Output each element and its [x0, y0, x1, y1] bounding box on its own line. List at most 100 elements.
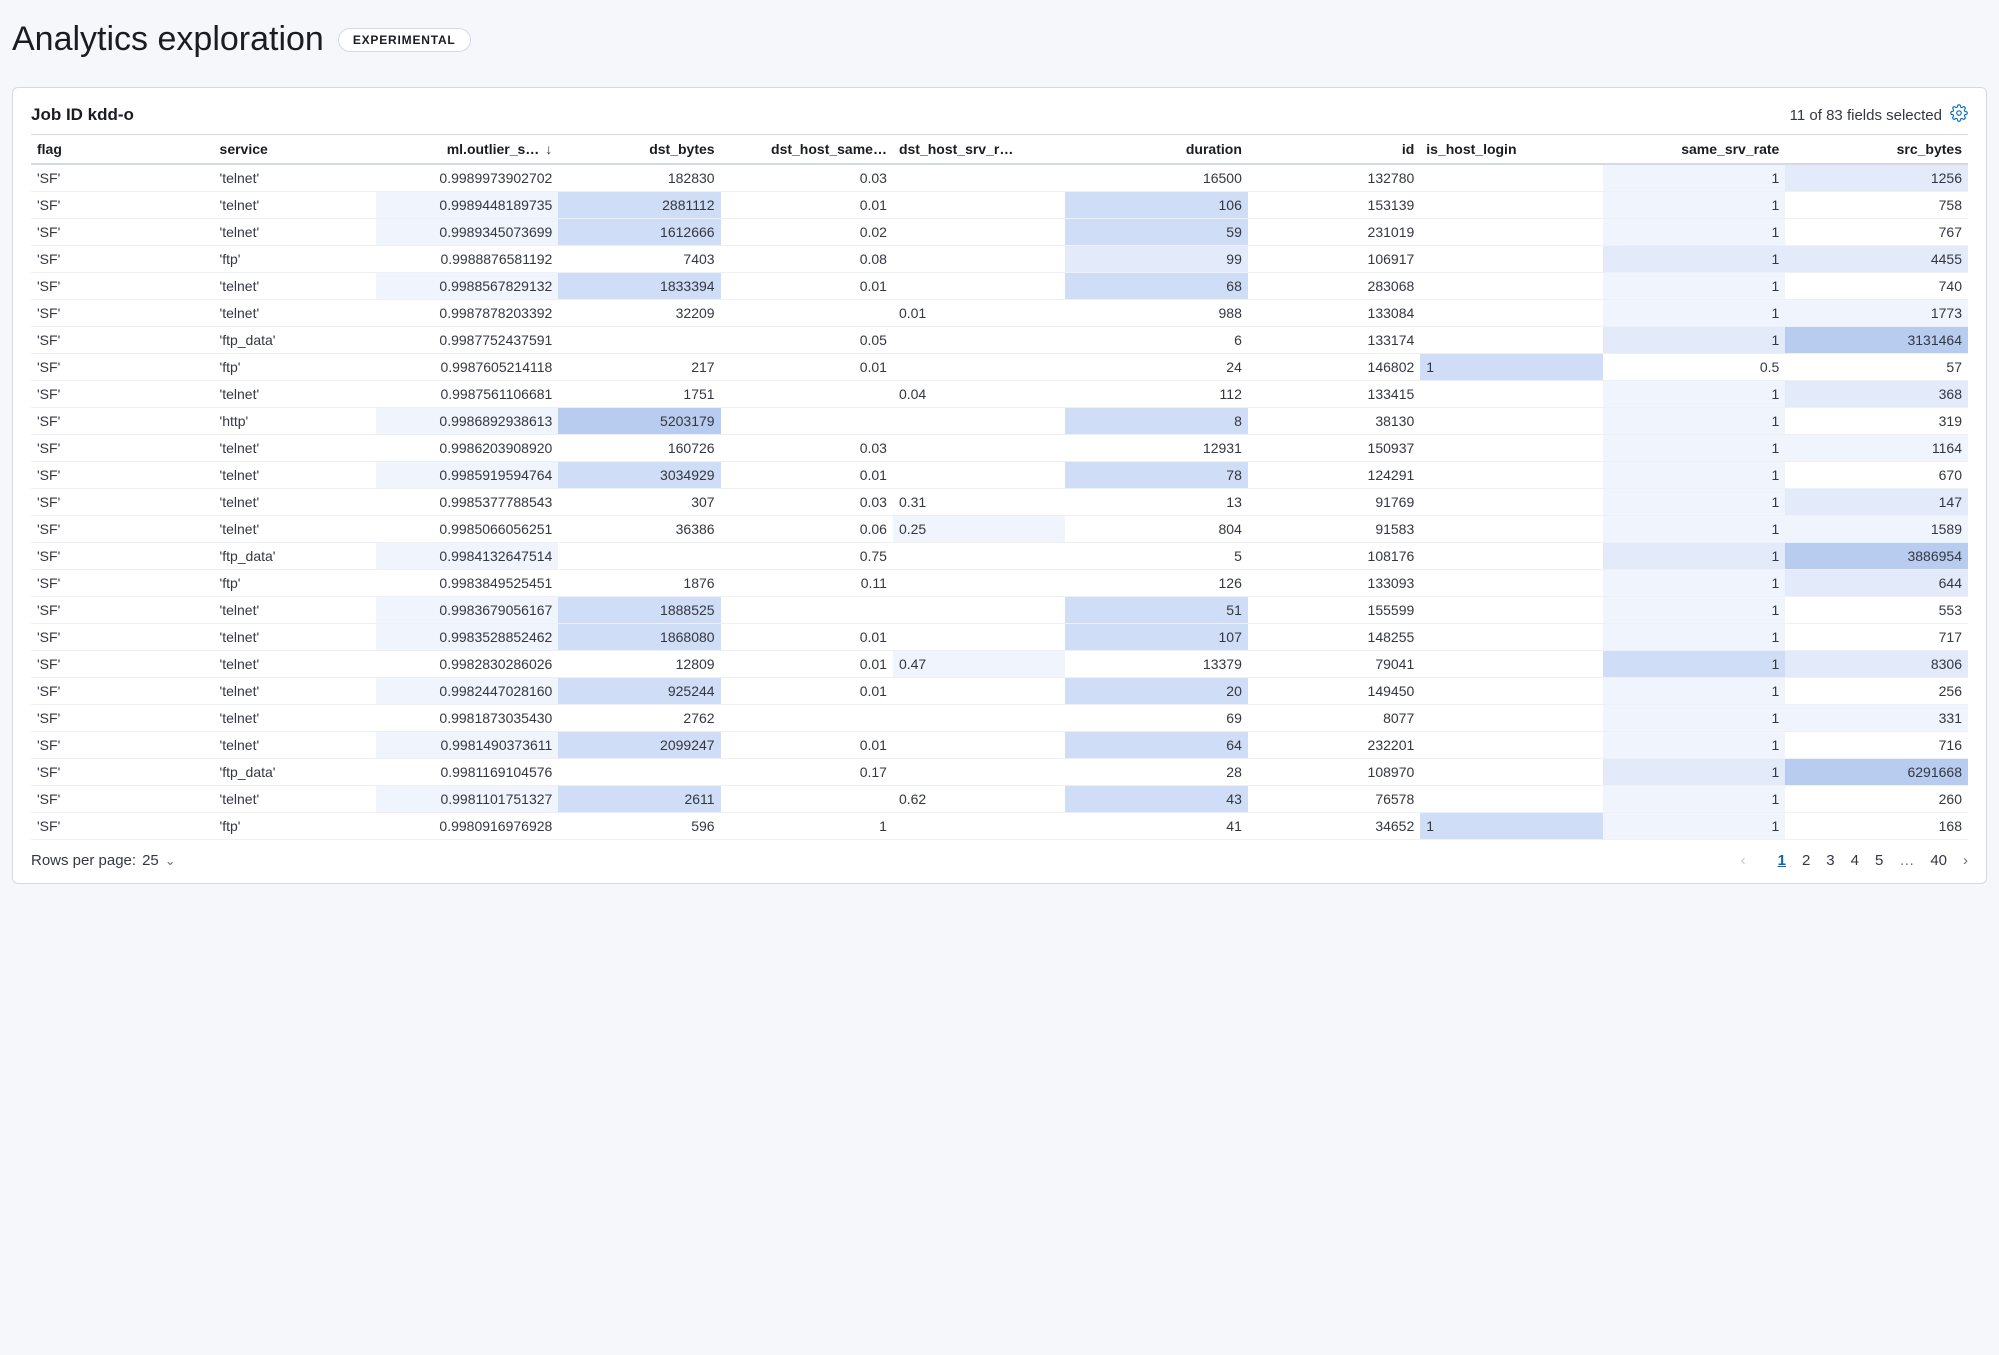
- column-header-dst_bytes[interactable]: dst_bytes: [558, 135, 720, 165]
- cell-host_lg: [1420, 516, 1603, 543]
- cell-id: 124291: [1248, 462, 1420, 489]
- cell-dst_same: 0.01: [721, 732, 893, 759]
- cell-ssr: 1: [1603, 408, 1786, 435]
- cell-host_lg: [1420, 624, 1603, 651]
- cell-service: 'ftp': [214, 354, 376, 381]
- cell-duration: 68: [1065, 273, 1248, 300]
- cell-dst_same: 0.17: [721, 759, 893, 786]
- rows-per-page-value: 25: [142, 852, 159, 869]
- table-row: 'SF''telnet'0.99836790561671888525511555…: [31, 597, 1968, 624]
- table-row: 'SF''telnet'0.99824470281609252440.01201…: [31, 678, 1968, 705]
- cell-ssr: 1: [1603, 516, 1786, 543]
- cell-dst_srv: 0.01: [893, 300, 1065, 327]
- last-page-button[interactable]: 40: [1930, 852, 1947, 869]
- cell-ssr: 1: [1603, 489, 1786, 516]
- column-header-duration[interactable]: duration: [1065, 135, 1248, 165]
- cell-host_lg: [1420, 273, 1603, 300]
- page-button[interactable]: 2: [1802, 852, 1810, 869]
- cell-duration: 16500: [1065, 164, 1248, 192]
- cell-src_bytes: 6291668: [1785, 759, 1968, 786]
- cell-id: 133415: [1248, 381, 1420, 408]
- gear-icon[interactable]: [1950, 104, 1968, 126]
- page-button[interactable]: 1: [1778, 852, 1786, 869]
- cell-host_lg: [1420, 543, 1603, 570]
- page-button[interactable]: 4: [1851, 852, 1859, 869]
- column-header-outlier[interactable]: ml.outlier_s…↓: [376, 135, 559, 165]
- cell-dst_srv: [893, 624, 1065, 651]
- cell-ssr: 1: [1603, 462, 1786, 489]
- table-row: 'SF''telnet'0.9987878203392322090.019881…: [31, 300, 1968, 327]
- cell-duration: 13379: [1065, 651, 1248, 678]
- page-button[interactable]: 3: [1826, 852, 1834, 869]
- cell-dst_same: 0.05: [721, 327, 893, 354]
- cell-flag: 'SF': [31, 786, 214, 813]
- cell-dst_same: [721, 705, 893, 732]
- table-row: 'SF''telnet'0.998110175132726110.6243765…: [31, 786, 1968, 813]
- cell-duration: 43: [1065, 786, 1248, 813]
- cell-duration: 106: [1065, 192, 1248, 219]
- cell-host_lg: [1420, 192, 1603, 219]
- cell-service: 'telnet': [214, 516, 376, 543]
- cell-duration: 5: [1065, 543, 1248, 570]
- cell-flag: 'SF': [31, 678, 214, 705]
- cell-outlier: 0.9980916976928: [376, 813, 559, 840]
- cell-outlier: 0.9988567829132: [376, 273, 559, 300]
- next-page-icon[interactable]: ›: [1963, 852, 1968, 869]
- cell-dst_bytes: 182830: [558, 164, 720, 192]
- cell-dst_srv: [893, 273, 1065, 300]
- cell-duration: 13: [1065, 489, 1248, 516]
- column-header-flag[interactable]: flag: [31, 135, 214, 165]
- column-header-host_lg[interactable]: is_host_login: [1420, 135, 1603, 165]
- cell-dst_srv: [893, 813, 1065, 840]
- table-row: 'SF''ftp'0.99809169769285961413465211168: [31, 813, 1968, 840]
- cell-ssr: 1: [1603, 624, 1786, 651]
- cell-outlier: 0.9983849525451: [376, 570, 559, 597]
- cell-host_lg: [1420, 381, 1603, 408]
- cell-dst_bytes: 7403: [558, 246, 720, 273]
- cell-dst_bytes: 32209: [558, 300, 720, 327]
- cell-duration: 20: [1065, 678, 1248, 705]
- cell-host_lg: 1: [1420, 354, 1603, 381]
- cell-flag: 'SF': [31, 462, 214, 489]
- page-title: Analytics exploration: [12, 20, 324, 59]
- cell-service: 'telnet': [214, 164, 376, 192]
- cell-flag: 'SF': [31, 651, 214, 678]
- cell-dst_srv: [893, 354, 1065, 381]
- cell-dst_same: 0.02: [721, 219, 893, 246]
- chevron-down-icon: ⌄: [165, 853, 176, 869]
- cell-dst_bytes: 1833394: [558, 273, 720, 300]
- cell-host_lg: 1: [1420, 813, 1603, 840]
- column-header-src_bytes[interactable]: src_bytes: [1785, 135, 1968, 165]
- cell-dst_bytes: [558, 327, 720, 354]
- cell-outlier: 0.9987605214118: [376, 354, 559, 381]
- cell-flag: 'SF': [31, 381, 214, 408]
- rows-per-page-select[interactable]: Rows per page: 25 ⌄: [31, 852, 176, 869]
- cell-ssr: 1: [1603, 435, 1786, 462]
- column-header-dst_same[interactable]: dst_host_same…: [721, 135, 893, 165]
- page-button[interactable]: 5: [1875, 852, 1883, 869]
- cell-dst_srv: [893, 246, 1065, 273]
- column-header-dst_srv[interactable]: dst_host_srv_r…: [893, 135, 1065, 165]
- table-row: 'SF''telnet'0.998934507369916126660.0259…: [31, 219, 1968, 246]
- cell-id: 148255: [1248, 624, 1420, 651]
- cell-dst_srv: [893, 570, 1065, 597]
- cell-dst_bytes: 1751: [558, 381, 720, 408]
- cell-dst_srv: [893, 759, 1065, 786]
- cell-duration: 988: [1065, 300, 1248, 327]
- cell-dst_srv: 0.31: [893, 489, 1065, 516]
- cell-host_lg: [1420, 327, 1603, 354]
- cell-duration: 126: [1065, 570, 1248, 597]
- column-header-service[interactable]: service: [214, 135, 376, 165]
- cell-service: 'ftp_data': [214, 759, 376, 786]
- cell-id: 133174: [1248, 327, 1420, 354]
- column-header-ssr[interactable]: same_srv_rate: [1603, 135, 1786, 165]
- cell-service: 'ftp': [214, 246, 376, 273]
- cell-host_lg: [1420, 300, 1603, 327]
- cell-host_lg: [1420, 705, 1603, 732]
- table-row: 'SF''telnet'0.998591959476430349290.0178…: [31, 462, 1968, 489]
- cell-dst_bytes: 36386: [558, 516, 720, 543]
- prev-page-icon[interactable]: ‹: [1741, 852, 1746, 869]
- column-header-id[interactable]: id: [1248, 135, 1420, 165]
- cell-dst_srv: 0.47: [893, 651, 1065, 678]
- cell-ssr: 1: [1603, 219, 1786, 246]
